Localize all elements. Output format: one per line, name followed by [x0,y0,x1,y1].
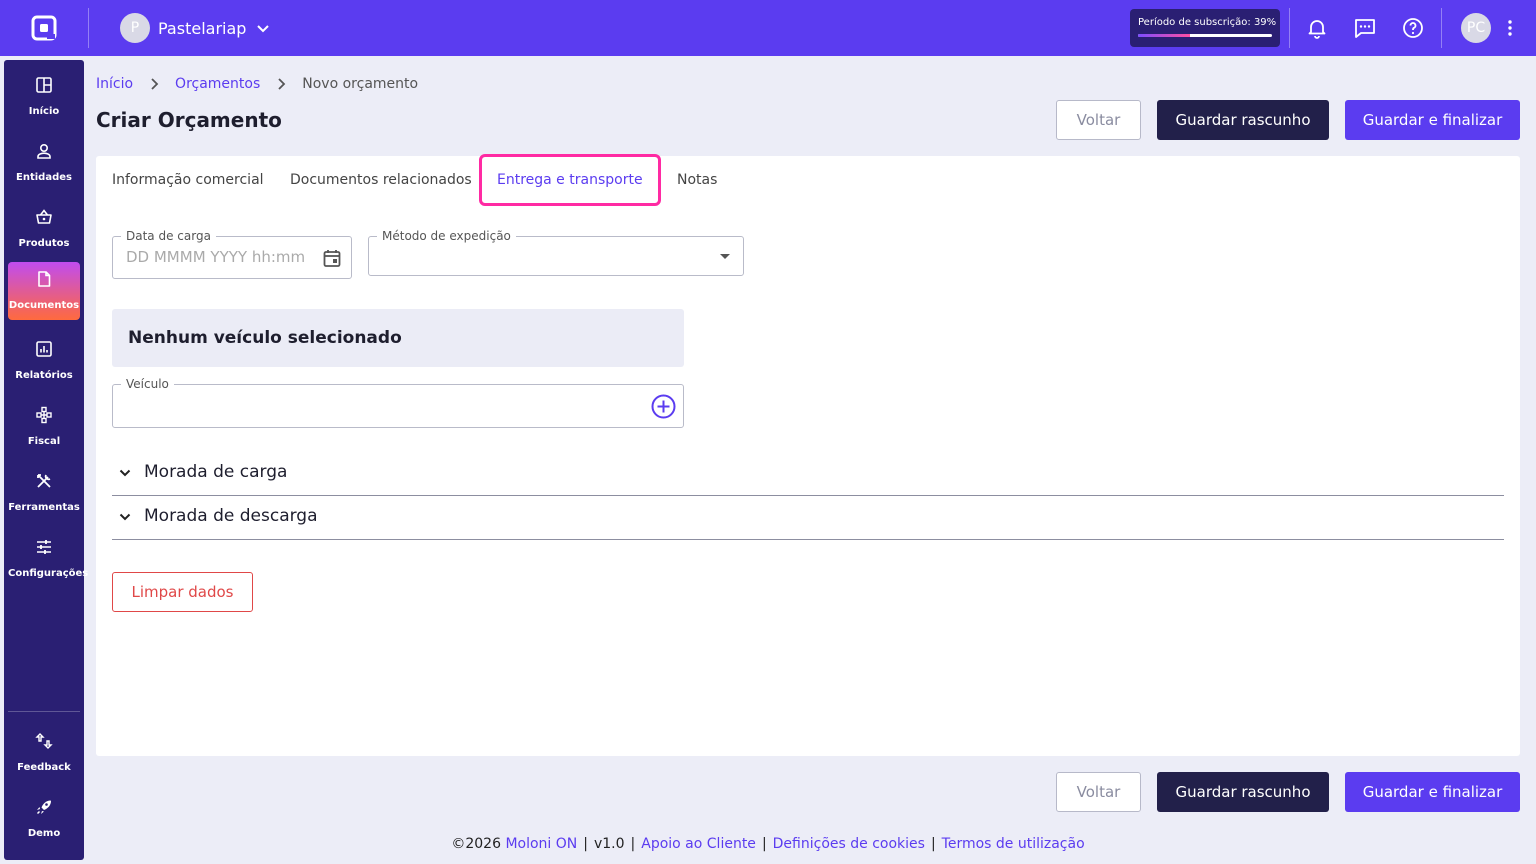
sidebar-item-produtos[interactable]: Produtos [8,200,80,258]
subscription-period[interactable]: Período de subscrição: 39% [1130,9,1280,47]
breadcrumb-current: Novo orçamento [302,76,419,92]
calendar-icon[interactable] [322,248,342,268]
company-avatar: P [120,13,150,43]
save-finalize-button[interactable]: Guardar e finalizar [1345,100,1520,140]
footer-terms-link[interactable]: Termos de utilização [942,836,1085,852]
sidebar-item-label: Relatórios [15,370,73,381]
more-vertical-icon[interactable] [1498,16,1522,40]
footer-separator: | [630,836,636,852]
page-title: Criar Orçamento [96,108,282,132]
chevron-down-icon [257,25,270,33]
sidebar-item-relatorios[interactable]: Relatórios [8,332,80,390]
accordion-title: Morada de carga [144,462,288,482]
sidebar-item-ferramentas[interactable]: Ferramentas [8,464,80,522]
footer-support-link[interactable]: Apoio ao Cliente [641,836,756,852]
chat-icon[interactable] [1353,16,1377,40]
sidebar-item-label: Documentos [8,300,80,311]
tools-icon [37,474,51,488]
company-selector[interactable]: P Pastelariap [120,13,270,43]
vehicle-field[interactable]: Veículo [112,377,684,428]
chevron-down-icon [119,469,131,477]
add-circle-icon[interactable] [651,394,676,419]
footer: ©2026 Moloni ON | v1.0 | Apoio ao Cliente | De… [0,836,1536,852]
form-card: Informação comercial Documentos relacion… [96,154,1520,756]
tab-entrega-e-transporte[interactable]: Entrega e transporte [479,154,661,206]
chart-icon [36,341,52,357]
vehicle-label: Veículo [121,377,174,391]
document-icon [38,271,51,287]
footer-separator: | [761,836,767,852]
subscription-label: Período de subscrição: 39% [1138,17,1277,28]
dropdown-arrow-icon [720,254,730,259]
sidebar-item-feedback[interactable]: Feedback [8,724,80,782]
top-bar: P Pastelariap Período de subscrição: 39%… [0,0,1536,56]
dashboard-icon [36,77,52,93]
bell-icon[interactable] [1305,16,1329,40]
save-draft-button[interactable]: Guardar rascunho [1157,100,1329,140]
no-vehicle-text: Nenhum veículo selecionado [128,328,402,348]
tab-informacao-comercial[interactable]: Informação comercial [112,156,264,204]
save-draft-button-bottom[interactable]: Guardar rascunho [1157,772,1329,812]
sidebar-item-documentos[interactable]: Documentos [8,262,80,320]
accordion-morada-de-carga[interactable]: Morada de carga [112,452,1504,496]
sidebar-item-fiscal[interactable]: Fiscal [8,398,80,456]
sidebar: Início Entidades Produtos Documentos Rel… [4,60,89,860]
sidebar-divider [8,711,80,712]
load-date-label: Data de carga [121,229,216,243]
sidebar-item-label: Fiscal [27,436,61,447]
breadcrumb: Início Orçamentos Novo orçamento [96,76,418,92]
chevron-down-icon [119,513,131,521]
sliders-icon [37,540,51,554]
person-icon [37,143,51,159]
sidebar-item-label: Ferramentas [8,502,80,513]
topbar-divider [88,8,89,48]
breadcrumb-section-link[interactable]: Orçamentos [175,76,260,92]
back-button[interactable]: Voltar [1056,100,1141,140]
save-finalize-button-bottom[interactable]: Guardar e finalizar [1345,772,1520,812]
sidebar-item-label: Início [28,106,60,117]
footer-version: v1.0 [593,836,625,852]
rocket-icon [36,800,51,815]
back-button-bottom[interactable]: Voltar [1056,772,1141,812]
chevron-right-icon [278,78,286,90]
sidebar-item-label: Feedback [17,762,71,773]
load-date-placeholder: DD MMMM YYYY hh:mm [126,248,306,266]
sidebar-item-entidades[interactable]: Entidades [8,134,80,192]
sidebar-item-label: Configurações [8,568,89,579]
network-icon [36,406,52,424]
accordion-morada-de-descarga[interactable]: Morada de descarga [112,496,1504,540]
subscription-progress-fill [1138,34,1191,37]
sidebar-item-configuracoes[interactable]: Configurações [8,530,89,588]
footer-separator: | [930,836,936,852]
topbar-divider [1441,8,1442,48]
sidebar-item-label: Entidades [16,172,72,183]
clear-data-button[interactable]: Limpar dados [112,572,253,612]
tab-notas[interactable]: Notas [677,156,717,204]
shipping-method-label: Método de expedição [377,229,516,243]
footer-copyright: ©2026 [451,836,501,852]
accordion-title: Morada de descarga [144,506,318,526]
breadcrumb-home-link[interactable]: Início [96,76,133,92]
basket-icon [36,209,52,224]
footer-separator: | [583,836,588,852]
no-vehicle-banner: Nenhum veículo selecionado [112,309,684,367]
sidebar-item-label: Produtos [18,238,70,249]
shipping-method-select[interactable]: Método de expedição [368,229,744,276]
footer-cookies-link[interactable]: Definições de cookies [773,836,925,852]
chevron-right-icon [151,78,159,90]
user-avatar[interactable]: PC [1461,13,1491,43]
footer-brand-link[interactable]: Moloni ON [505,836,577,852]
help-icon[interactable] [1401,16,1425,40]
sidebar-item-inicio[interactable]: Início [8,68,80,126]
company-name: Pastelariap [158,18,247,38]
topbar-divider [1289,8,1290,48]
feedback-icon [35,733,53,749]
tab-documentos-relacionados[interactable]: Documentos relacionados [290,156,472,204]
load-date-field[interactable]: Data de carga DD MMMM YYYY hh:mm [112,229,352,279]
moloni-logo-icon[interactable] [30,14,58,42]
subscription-progress-bar [1138,34,1272,37]
